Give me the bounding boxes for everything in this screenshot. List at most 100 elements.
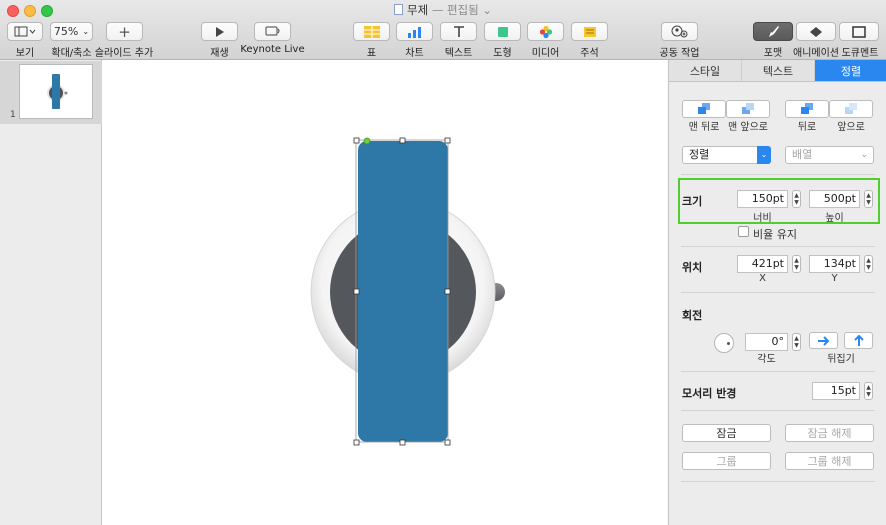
document-name[interactable]: 무제 xyxy=(407,3,428,17)
comment-icon xyxy=(583,26,596,37)
rotate-title: 회전 xyxy=(682,309,703,322)
align-select-value: 정렬 xyxy=(689,148,710,161)
rotation-indicator-icon xyxy=(727,342,730,345)
shape-icon xyxy=(497,26,508,37)
x-label: X xyxy=(759,273,766,284)
send-backward-icon xyxy=(801,103,813,114)
x-position-field[interactable]: 421pt xyxy=(737,255,788,273)
media-icon xyxy=(539,25,552,38)
title-separator: — xyxy=(431,3,444,17)
chart-button[interactable] xyxy=(396,22,433,41)
document-file-icon xyxy=(393,4,403,15)
send-to-back-icon xyxy=(698,103,710,114)
backward-button[interactable] xyxy=(785,100,829,118)
x-position-stepper[interactable]: ▲ ▼ xyxy=(792,255,801,273)
corner-radius-title: 모서리 반경 xyxy=(682,387,737,400)
width-label: 너비 xyxy=(753,213,772,224)
flip-horizontal-button[interactable] xyxy=(809,332,838,349)
backward-label: 뒤로 xyxy=(797,122,817,133)
play-button[interactable] xyxy=(201,22,238,41)
align-select[interactable]: 정렬 ⌄ xyxy=(682,146,771,164)
slide-canvas[interactable] xyxy=(102,60,667,525)
shape-button[interactable] xyxy=(484,22,521,41)
divider xyxy=(681,292,875,293)
keynote-live-icon xyxy=(265,26,279,36)
text-icon xyxy=(453,25,464,37)
width-field[interactable]: 150pt xyxy=(737,190,788,208)
corner-radius-handle xyxy=(363,137,371,145)
zoom-select[interactable]: 75% ⌄ xyxy=(50,22,93,41)
constrain-proportions-checkbox[interactable] xyxy=(738,226,749,237)
corner-radius-field[interactable]: 15pt xyxy=(812,382,860,400)
slide-thumbnail[interactable] xyxy=(19,64,93,119)
back-most-label: 맨 뒤로 xyxy=(688,122,720,133)
arrow-up-icon xyxy=(853,334,864,346)
lock-button[interactable]: 잠금 xyxy=(682,424,771,442)
chevron-down-icon: ⌄ xyxy=(82,27,90,36)
shape-label: 도형 xyxy=(493,48,512,59)
selected-rectangle xyxy=(358,141,448,442)
corner-radius-stepper[interactable]: ▲ ▼ xyxy=(864,382,873,400)
distribute-select[interactable]: 배열 ⌄ xyxy=(785,146,874,164)
comment-button[interactable] xyxy=(571,22,608,41)
divider xyxy=(681,174,875,175)
text-button[interactable] xyxy=(440,22,477,41)
media-label: 미디어 xyxy=(531,48,560,59)
flip-vertical-button[interactable] xyxy=(844,332,873,349)
slide-thumbnail-row[interactable]: 1 xyxy=(0,61,102,124)
height-label: 높이 xyxy=(825,213,844,224)
animate-button[interactable] xyxy=(796,22,836,41)
add-slide-button[interactable]: + xyxy=(106,22,143,41)
media-button[interactable] xyxy=(527,22,564,41)
document-button[interactable] xyxy=(839,22,879,41)
format-label: 포맷 xyxy=(763,48,783,59)
play-label: 재생 xyxy=(210,48,229,59)
slide-number: 1 xyxy=(10,110,16,120)
keynote-live-button[interactable] xyxy=(254,22,291,41)
y-position-field[interactable]: 134pt xyxy=(809,255,860,273)
rotation-wheel[interactable] xyxy=(714,333,734,353)
play-icon xyxy=(215,26,224,37)
chart-icon xyxy=(407,26,421,38)
angle-stepper[interactable]: ▲ ▼ xyxy=(792,333,801,351)
chevron-down-icon: ⌄ xyxy=(860,150,868,160)
tab-arrange[interactable]: 정렬 xyxy=(815,60,886,81)
divider xyxy=(681,371,875,372)
document-title: 무제 — 편집됨 ⌄ xyxy=(0,2,886,18)
edited-status[interactable]: 편집됨 ⌄ xyxy=(447,3,492,17)
flip-label: 뒤집기 xyxy=(827,354,855,365)
forward-label: 앞으로 xyxy=(837,122,865,133)
zoom-label: 확대/축소 xyxy=(51,48,92,59)
height-field[interactable]: 500pt xyxy=(809,190,860,208)
keynote-live-label: Keynote Live xyxy=(240,44,305,55)
height-stepper[interactable]: ▲ ▼ xyxy=(864,190,873,208)
angle-field[interactable]: 0° xyxy=(745,333,788,351)
add-slide-label: 슬라이드 추가 xyxy=(94,48,154,59)
canvas-area xyxy=(102,60,668,525)
table-button[interactable] xyxy=(353,22,390,41)
animate-icon xyxy=(810,26,822,37)
forward-button[interactable] xyxy=(829,100,873,118)
front-most-button[interactable] xyxy=(726,100,770,118)
inspector-tabs: 스타일 텍스트 정렬 xyxy=(669,60,886,82)
bring-to-front-icon xyxy=(742,103,754,114)
unlock-button[interactable]: 잠금 해제 xyxy=(785,424,874,442)
window-toolbar: 무제 — 편집됨 ⌄ 보기 75% ⌄ 확대/축소 + 슬라이드 추가 재생 K… xyxy=(0,0,886,60)
sidebar-view-icon xyxy=(14,26,36,37)
tab-style[interactable]: 스타일 xyxy=(669,60,742,81)
view-button[interactable] xyxy=(7,22,43,41)
collaborate-button[interactable] xyxy=(661,22,698,41)
chart-label: 차트 xyxy=(405,48,424,59)
divider xyxy=(681,246,875,247)
group-button[interactable]: 그룹 xyxy=(682,452,771,470)
ungroup-button[interactable]: 그룹 해제 xyxy=(785,452,874,470)
tab-text[interactable]: 텍스트 xyxy=(742,60,815,81)
back-most-button[interactable] xyxy=(682,100,726,118)
document-icon xyxy=(852,25,866,38)
format-button[interactable] xyxy=(753,22,793,41)
width-stepper[interactable]: ▲ ▼ xyxy=(792,190,801,208)
y-label: Y xyxy=(831,273,838,284)
animate-label: 애니메이션 xyxy=(793,48,839,59)
collaborate-icon xyxy=(671,25,687,38)
y-position-stepper[interactable]: ▲ ▼ xyxy=(864,255,873,273)
